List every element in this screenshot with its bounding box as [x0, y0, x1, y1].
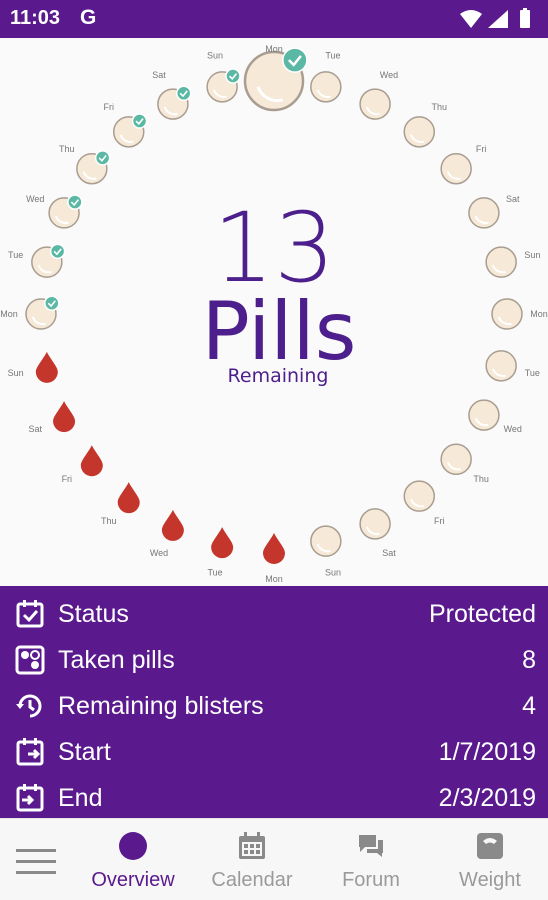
status-value: Protected	[428, 600, 536, 628]
battery-icon	[520, 10, 530, 28]
history-icon	[16, 694, 42, 718]
pill-day-label: Sat	[28, 424, 42, 434]
pill-day-label: Fri	[62, 474, 73, 484]
pill-day-label: Fri	[434, 516, 445, 526]
pill-day-label: Mon	[265, 44, 283, 54]
calendar-start-icon	[16, 738, 44, 766]
remaining-count: 13	[212, 192, 336, 304]
pill-day-label: Sun	[325, 567, 341, 577]
pill-day-label: Wed	[150, 548, 168, 558]
placebo-drop[interactable]	[80, 445, 103, 477]
check-icon	[94, 150, 111, 166]
pill[interactable]	[112, 113, 148, 148]
pill[interactable]	[359, 88, 391, 120]
calendar-icon	[239, 832, 265, 859]
pill-day-label: Fri	[104, 102, 115, 112]
check-icon	[225, 68, 241, 84]
pills-icon	[15, 645, 45, 675]
remaining-blisters-row: Remaining blisters 4	[0, 682, 548, 728]
status-time: 11:03	[10, 7, 61, 29]
pill-day-label: Thu	[59, 144, 75, 154]
pill[interactable]	[206, 68, 241, 103]
status-label: Status	[58, 600, 129, 628]
end-row: End 2/3/2019	[0, 774, 548, 820]
tab-forum-label: Forum	[342, 869, 400, 891]
taken-pills-label: Taken pills	[58, 646, 175, 674]
pill-day-label: Tue	[325, 51, 340, 61]
pill[interactable]	[440, 443, 472, 476]
status-row: Status Protected	[0, 590, 548, 636]
pill-day-label: Fri	[476, 144, 487, 154]
menu-icon[interactable]	[16, 849, 56, 875]
signal-icon	[488, 10, 508, 28]
tab-overview[interactable]: Overview	[78, 819, 188, 900]
pill-day-label: Wed	[380, 70, 398, 80]
pill-day-label: Tue	[207, 567, 222, 577]
start-row: Start 1/7/2019	[0, 728, 548, 774]
pill[interactable]	[359, 508, 391, 540]
pill[interactable]	[468, 399, 500, 431]
end-label: End	[58, 784, 103, 812]
remaining-blisters-value: 4	[522, 692, 536, 720]
start-value: 1/7/2019	[438, 738, 536, 766]
pill-day-label: Thu	[431, 102, 447, 112]
bottom-navigation: Overview Calendar Forum Weight	[0, 818, 548, 900]
calendar-end-icon	[16, 784, 44, 812]
status-icons	[460, 8, 530, 28]
pill[interactable]	[243, 47, 308, 112]
pill-day-label: Wed	[504, 424, 522, 434]
tab-overview-label: Overview	[91, 869, 175, 891]
pill-day-label: Thu	[473, 474, 489, 484]
check-icon	[282, 47, 308, 73]
pill-day-label: Mon	[265, 574, 283, 584]
info-panel: Status Protected Taken pills 8 Remaining…	[0, 586, 548, 818]
pill-day-label: Sun	[207, 51, 223, 61]
remaining-label: Remaining	[227, 365, 329, 387]
placebo-drop[interactable]	[211, 527, 234, 559]
tab-weight-label: Weight	[459, 869, 521, 891]
check-icon	[131, 113, 148, 129]
tab-calendar[interactable]: Calendar	[197, 819, 307, 900]
check-icon	[175, 85, 192, 102]
start-label: Start	[58, 738, 111, 766]
remaining-unit: Pills	[201, 285, 357, 378]
end-value: 2/3/2019	[438, 784, 536, 812]
taken-pills-value: 8	[522, 646, 536, 674]
pill-day-label: Thu	[101, 516, 117, 526]
pill[interactable]	[403, 480, 436, 512]
status-bar: 11:03 G	[0, 0, 548, 38]
scale-icon	[477, 833, 503, 859]
pill-day-label: Sat	[382, 548, 396, 558]
pill[interactable]	[440, 152, 472, 185]
wifi-icon	[460, 10, 482, 28]
placebo-drop[interactable]	[263, 533, 285, 564]
chat-icon	[359, 835, 383, 857]
remaining-blisters-label: Remaining blisters	[58, 692, 264, 720]
pill-ring: Mon Tue Wed Thu Fri Sat Sun Mon Tue Wed Thu Fri Sat S…	[0, 38, 548, 586]
placebo-drop[interactable]	[161, 509, 184, 541]
tab-weight[interactable]: Weight	[435, 819, 545, 900]
pill[interactable]	[310, 71, 342, 103]
placebo-drop[interactable]	[53, 401, 76, 433]
pill[interactable]	[403, 116, 436, 148]
taken-pills-row: Taken pills 8	[0, 636, 548, 682]
tab-forum[interactable]: Forum	[316, 819, 426, 900]
pill[interactable]	[157, 85, 192, 120]
tab-calendar-label: Calendar	[211, 869, 293, 891]
pill[interactable]	[76, 150, 111, 185]
pill[interactable]	[310, 525, 342, 557]
checkbox-icon	[16, 600, 44, 628]
pill-day-label: Sat	[152, 70, 166, 80]
circle-icon	[119, 832, 147, 860]
google-icon: G	[80, 6, 97, 29]
placebo-drop[interactable]	[117, 482, 140, 514]
